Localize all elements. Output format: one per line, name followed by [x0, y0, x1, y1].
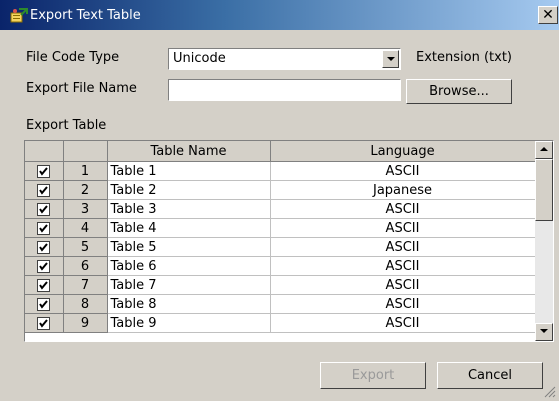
table-name-cell[interactable]: Table 1 [107, 161, 271, 181]
row-number: 4 [63, 218, 108, 238]
file-code-type-select[interactable]: Unicode [168, 48, 401, 70]
table-header-row: Table Name Language [25, 141, 536, 162]
table-name-cell[interactable]: Table 9 [107, 313, 271, 333]
export-table: Table Name Language 1 Table 1 ASCII 2 Table … [25, 141, 536, 333]
arrow-down-icon [540, 329, 548, 333]
row-select-cell [25, 161, 64, 181]
checkmark-icon [39, 223, 49, 233]
row-select-cell [25, 218, 64, 238]
row-checkbox[interactable] [37, 164, 51, 178]
table-body: 1 Table 1 ASCII 2 Table 2 Japanese 3 Table 3 ASC… [25, 161, 536, 333]
export-table-icon [10, 8, 28, 23]
language-cell[interactable]: ASCII [270, 218, 536, 238]
row-checkbox[interactable] [37, 183, 51, 197]
table-row[interactable]: 8 Table 8 ASCII [25, 294, 536, 314]
table-row[interactable]: 6 Table 6 ASCII [25, 256, 536, 276]
language-cell[interactable]: ASCII [270, 275, 536, 295]
table-row[interactable]: 9 Table 9 ASCII [25, 313, 536, 333]
row-select-cell [25, 199, 64, 219]
checkmark-icon [39, 166, 49, 176]
export-file-name-label: Export File Name [26, 81, 137, 96]
table-row[interactable]: 7 Table 7 ASCII [25, 275, 536, 295]
row-checkbox[interactable] [37, 221, 51, 235]
cancel-button[interactable]: Cancel [437, 362, 543, 389]
language-cell[interactable]: ASCII [270, 256, 536, 276]
column-header-select[interactable] [25, 141, 64, 162]
column-header-number[interactable] [63, 141, 108, 162]
browse-button[interactable]: Browse... [406, 79, 512, 104]
window-title: Export Text Table [30, 8, 141, 23]
row-checkbox[interactable] [37, 202, 51, 216]
row-number: 3 [63, 199, 108, 219]
row-select-cell [25, 313, 64, 333]
table-name-cell[interactable]: Table 5 [107, 237, 271, 257]
vertical-scrollbar[interactable] [535, 141, 553, 341]
row-number: 8 [63, 294, 108, 314]
scrollbar-thumb[interactable] [535, 159, 553, 221]
checkmark-icon [39, 318, 49, 328]
table-name-cell[interactable]: Table 3 [107, 199, 271, 219]
row-number: 7 [63, 275, 108, 295]
row-number: 6 [63, 256, 108, 276]
checkmark-icon [39, 280, 49, 290]
checkmark-icon [39, 299, 49, 309]
language-cell[interactable]: ASCII [270, 294, 536, 314]
row-select-cell [25, 237, 64, 257]
table-row[interactable]: 4 Table 4 ASCII [25, 218, 536, 238]
checkmark-icon [39, 242, 49, 252]
row-number: 2 [63, 180, 108, 200]
arrow-up-icon [540, 147, 548, 151]
table-name-cell[interactable]: Table 6 [107, 256, 271, 276]
title-bar: Export Text Table ✕ [0, 0, 559, 30]
table-row[interactable]: 2 Table 2 Japanese [25, 180, 536, 200]
table-name-cell[interactable]: Table 2 [107, 180, 271, 200]
export-table-grid[interactable]: Table Name Language 1 Table 1 ASCII 2 Table … [24, 140, 554, 342]
export-table-label: Export Table [26, 118, 107, 133]
table-name-cell[interactable]: Table 8 [107, 294, 271, 314]
export-file-name-input[interactable] [168, 79, 401, 101]
checkmark-icon [39, 185, 49, 195]
dropdown-button[interactable] [382, 50, 399, 68]
column-header-table-name[interactable]: Table Name [107, 141, 271, 162]
scroll-down-button[interactable] [535, 323, 553, 341]
row-checkbox[interactable] [37, 278, 51, 292]
language-cell[interactable]: ASCII [270, 161, 536, 181]
chevron-down-icon [387, 57, 395, 61]
extension-label: Extension (txt) [416, 50, 512, 65]
row-checkbox[interactable] [37, 259, 51, 273]
file-code-type-label: File Code Type [26, 50, 120, 65]
row-select-cell [25, 180, 64, 200]
row-checkbox[interactable] [37, 316, 51, 330]
table-row[interactable]: 3 Table 3 ASCII [25, 199, 536, 219]
table-name-cell[interactable]: Table 7 [107, 275, 271, 295]
row-number: 5 [63, 237, 108, 257]
table-row[interactable]: 1 Table 1 ASCII [25, 161, 536, 181]
checkmark-icon [39, 204, 49, 214]
row-select-cell [25, 294, 64, 314]
row-checkbox[interactable] [37, 240, 51, 254]
language-cell[interactable]: ASCII [270, 313, 536, 333]
column-header-language[interactable]: Language [270, 141, 536, 162]
file-code-type-value: Unicode [173, 51, 226, 66]
row-select-cell [25, 275, 64, 295]
language-cell[interactable]: ASCII [270, 237, 536, 257]
row-select-cell [25, 256, 64, 276]
language-cell[interactable]: ASCII [270, 199, 536, 219]
close-button[interactable]: ✕ [538, 6, 558, 24]
export-button[interactable]: Export [320, 362, 426, 389]
table-name-cell[interactable]: Table 4 [107, 218, 271, 238]
table-row[interactable]: 5 Table 5 ASCII [25, 237, 536, 257]
scroll-up-button[interactable] [535, 141, 553, 159]
checkmark-icon [39, 261, 49, 271]
row-checkbox[interactable] [37, 297, 51, 311]
row-number: 9 [63, 313, 108, 333]
language-cell[interactable]: Japanese [270, 180, 536, 200]
resize-grip-icon[interactable] [544, 386, 556, 398]
row-number: 1 [63, 161, 108, 181]
